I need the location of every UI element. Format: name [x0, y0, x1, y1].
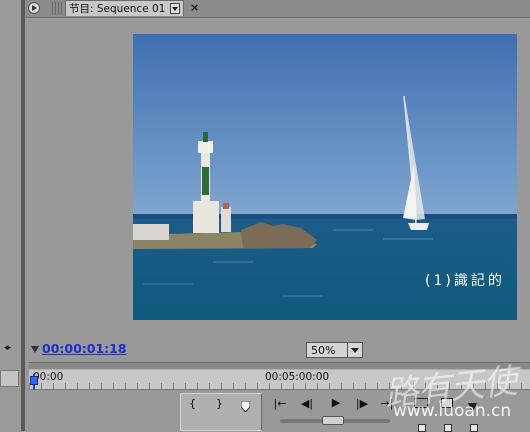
panel-menu-icon[interactable]	[28, 2, 40, 14]
tab-program-sequence[interactable]: 节目: Sequence 01	[65, 0, 185, 16]
mark-out-button[interactable]: }	[216, 398, 223, 410]
left-panel-strip	[0, 0, 21, 431]
current-timecode[interactable]: 00:00:01:18	[42, 341, 127, 356]
mark-in-button[interactable]: {	[189, 398, 196, 410]
step-back-button[interactable]: ◀|	[299, 398, 315, 410]
tab-grip-handle[interactable]	[52, 2, 62, 15]
timecode-marker-icon	[31, 346, 39, 353]
chevron-down-icon[interactable]	[347, 343, 362, 357]
playhead-handle[interactable]	[30, 376, 38, 385]
watermark-url: www.luoan.cn	[393, 401, 512, 421]
go-to-in-button[interactable]: |←	[273, 398, 287, 410]
step-forward-button[interactable]: |▶	[354, 398, 370, 410]
program-video-frame: (1)識記的	[133, 34, 517, 320]
set-marker-icon[interactable]	[240, 397, 251, 413]
zoom-level-select[interactable]: 50%	[306, 342, 363, 358]
ruler-mid-label: 00:05:00:00	[265, 371, 330, 383]
play-button[interactable]: ▶	[329, 397, 343, 409]
shuttle-knob[interactable]	[322, 416, 344, 425]
program-monitor-tab-bar: 节目: Sequence 01 ×	[25, 0, 530, 18]
side-expand-arrows[interactable]: ◂▸	[4, 343, 11, 353]
ruler-left-field	[0, 370, 19, 387]
video-subtitle: (1)識記的	[425, 273, 505, 289]
close-icon[interactable]: ×	[190, 1, 199, 15]
tab-label: 节目: Sequence 01	[69, 2, 166, 15]
panel-divider[interactable]	[21, 0, 25, 431]
zoom-level-value: 50%	[311, 343, 336, 357]
tab-dropdown-icon[interactable]	[170, 3, 181, 14]
